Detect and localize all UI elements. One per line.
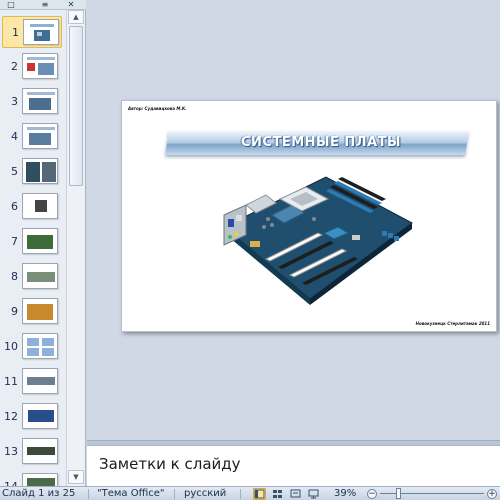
- slide-thumbnail-7[interactable]: 7: [0, 226, 66, 258]
- slide-thumbnail-3[interactable]: 3: [0, 86, 66, 118]
- scroll-thumb[interactable]: [69, 26, 83, 186]
- status-separator: [174, 489, 175, 499]
- thumbnail-image: [22, 228, 58, 254]
- slide-number: 4: [11, 130, 18, 143]
- title-banner: СИСТЕМНЫЕ ПЛАТЫ: [163, 131, 479, 155]
- notes-placeholder[interactable]: Заметки к слайду: [99, 455, 241, 473]
- notes-pane[interactable]: Заметки к слайду: [87, 445, 500, 486]
- slide-number: 12: [4, 410, 18, 423]
- zoom-out-icon[interactable]: −: [367, 489, 377, 499]
- status-bar: Слайд 1 из 25 "Тема Office" русский 39% …: [0, 486, 500, 500]
- thumbnail-image: [22, 298, 58, 324]
- slide-thumbnail-5[interactable]: 5: [0, 156, 66, 188]
- slide-counter: Слайд 1 из 25: [2, 488, 76, 499]
- close-pane-icon[interactable]: ✕: [64, 0, 78, 10]
- thumbnail-image: [22, 158, 58, 184]
- zoom-in-icon[interactable]: +: [487, 489, 497, 499]
- scroll-down-icon[interactable]: ▼: [68, 470, 84, 484]
- thumbnail-image: [22, 438, 58, 464]
- slide-title: СИСТЕМНЫЕ ПЛАТЫ: [241, 135, 401, 150]
- slide-number: 2: [11, 60, 18, 73]
- slide-footer-text: Новокузнецк Стерлитамак 2011: [415, 321, 490, 326]
- slide-number: 8: [11, 270, 18, 283]
- status-separator: [240, 489, 241, 499]
- slide-thumbnail-9[interactable]: 9: [0, 296, 66, 328]
- current-slide[interactable]: Автор: Судавицкова М.К. СИСТЕМНЫЕ ПЛАТЫ: [121, 100, 497, 332]
- slide-number: 3: [11, 95, 18, 108]
- reading-view-icon[interactable]: [289, 488, 302, 500]
- slide-thumbnail-11[interactable]: 11: [0, 366, 66, 398]
- slide-number: 7: [11, 235, 18, 248]
- thumbnail-scrollbar[interactable]: ▲ ▼: [66, 10, 84, 486]
- zoom-slider-handle[interactable]: [396, 488, 401, 499]
- pane-tabs: □ ≡ ✕: [0, 0, 86, 10]
- slide-thumbnail-1[interactable]: 1: [2, 16, 62, 48]
- thumbnail-image: [22, 368, 58, 394]
- language-indicator[interactable]: русский: [184, 488, 226, 499]
- slide-thumbnail-10[interactable]: 10: [0, 331, 66, 363]
- slide-number: 10: [4, 340, 18, 353]
- slide-thumbnail-4[interactable]: 4: [0, 121, 66, 153]
- thumbnail-image: [22, 333, 58, 359]
- thumbnail-image: [22, 123, 58, 149]
- thumbnail-image: [23, 19, 59, 45]
- slide-thumbnail-12[interactable]: 12: [0, 401, 66, 433]
- slide-sorter-view-icon[interactable]: [271, 488, 284, 500]
- slide-number: 5: [11, 165, 18, 178]
- slide-editor: Автор: Судавицкова М.К. СИСТЕМНЫЕ ПЛАТЫ: [87, 0, 500, 440]
- thumbnail-image: [22, 53, 58, 79]
- slides-pane: □ ≡ ✕ 1 2 3 4 5 6 7 8 9 10 11 12 13 ▲ ▼: [0, 0, 86, 486]
- thumbnail-image: [22, 403, 58, 429]
- zoom-level[interactable]: 39%: [334, 488, 356, 499]
- slide-number: 11: [4, 375, 18, 388]
- thumbnail-list: 1 2 3 4 5 6 7 8 9 10 11 12 13: [0, 14, 66, 486]
- slide-number: 13: [4, 445, 18, 458]
- thumbnail-image: [22, 193, 58, 219]
- status-separator: [88, 489, 89, 499]
- slide-number: 1: [12, 26, 19, 39]
- thumbnail-image: [22, 88, 58, 114]
- thumbnail-image: [22, 263, 58, 289]
- slide-author: Автор: Судавицкова М.К.: [128, 106, 187, 111]
- motherboard-image: [223, 176, 413, 305]
- slide-thumbnail-8[interactable]: 8: [0, 261, 66, 293]
- scroll-up-icon[interactable]: ▲: [68, 10, 84, 24]
- normal-view-icon[interactable]: [253, 488, 266, 500]
- slide-thumbnail-2[interactable]: 2: [0, 51, 66, 83]
- thumbnail-image: [22, 473, 58, 486]
- slide-number: 9: [11, 305, 18, 318]
- outline-tab[interactable]: ≡: [38, 0, 52, 10]
- slide-thumbnail-13[interactable]: 13: [0, 436, 66, 468]
- slide-number: 6: [11, 200, 18, 213]
- slides-tab[interactable]: □: [4, 0, 18, 10]
- theme-name[interactable]: "Тема Office": [97, 488, 165, 499]
- slideshow-view-icon[interactable]: [307, 488, 320, 500]
- slide-thumbnail-6[interactable]: 6: [0, 191, 66, 223]
- slide-thumbnail-14[interactable]: 14: [0, 471, 66, 486]
